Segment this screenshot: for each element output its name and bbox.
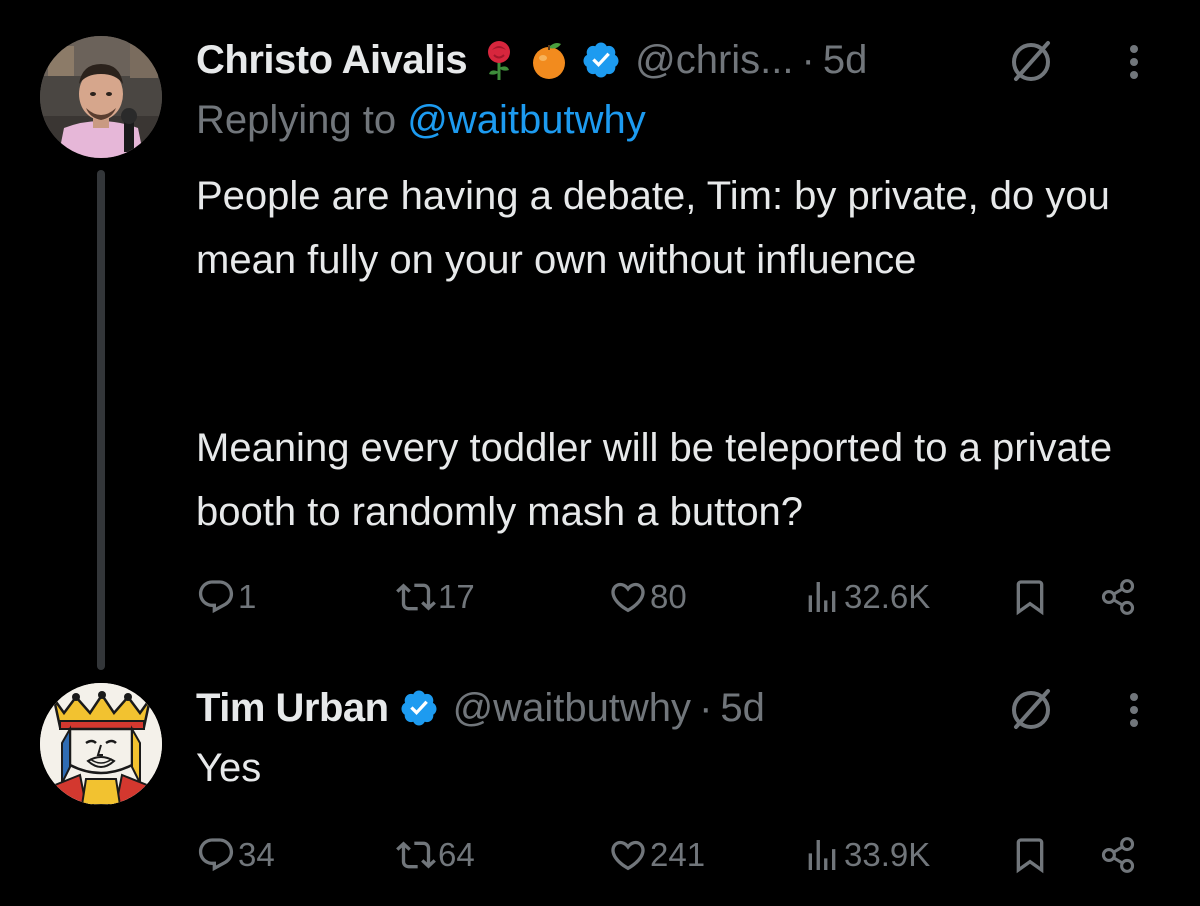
- views-icon: [808, 840, 836, 870]
- separator-dot: ·: [801, 37, 815, 82]
- replying-to-mention[interactable]: @waitbutwhy: [407, 98, 645, 142]
- views-count: 32.6K: [844, 578, 931, 615]
- author-name[interactable]: Tim Urban: [196, 686, 389, 731]
- like-button[interactable]: 241: [608, 830, 705, 880]
- retweet-count: 17: [438, 578, 475, 615]
- tweet-timestamp[interactable]: 5d: [720, 686, 765, 731]
- tweet-tim[interactable]: Tim Urban @waitbutwhy · 5d Yes 34 64 241: [0, 680, 1200, 906]
- avatar-christo-image: [40, 36, 162, 158]
- more-icon[interactable]: [1124, 37, 1144, 87]
- reply-count: 1: [238, 578, 257, 615]
- grok-icon[interactable]: [1006, 685, 1056, 735]
- tweet-header: Christo Aivalis @chris... · 5d: [196, 32, 867, 88]
- like-button[interactable]: 80: [608, 572, 687, 622]
- verified-badge-icon: [401, 690, 437, 726]
- share-icon: [1101, 579, 1135, 615]
- verified-badge-icon: [583, 42, 619, 78]
- tweet-text-paragraph-1: People are having a debate, Tim: by priv…: [196, 174, 1110, 282]
- author-handle[interactable]: @chris...: [635, 38, 793, 83]
- bookmark-icon: [1016, 838, 1044, 874]
- avatar-tim-image: [40, 683, 162, 805]
- like-icon: [611, 582, 645, 613]
- replying-prefix: Replying to: [196, 98, 408, 142]
- like-icon: [611, 840, 645, 871]
- tweet-christo[interactable]: Christo Aivalis @chris... · 5d Replying …: [0, 0, 1200, 680]
- action-bar: 1 17 80 32.6K: [0, 572, 1200, 622]
- retweet-button[interactable]: 64: [396, 830, 475, 880]
- avatar-christo[interactable]: [40, 36, 162, 158]
- bookmark-button[interactable]: [1010, 830, 1050, 880]
- avatar-tim[interactable]: [40, 683, 162, 805]
- tweet-header: Tim Urban @waitbutwhy · 5d: [196, 680, 765, 736]
- share-button[interactable]: [1098, 572, 1138, 622]
- views-icon: [808, 582, 836, 612]
- tweet-timestamp[interactable]: 5d: [823, 38, 868, 83]
- author-name[interactable]: Christo Aivalis: [196, 38, 468, 83]
- reply-count: 34: [238, 836, 275, 873]
- retweet-count: 64: [438, 836, 475, 873]
- views-button[interactable]: 33.9K: [802, 830, 930, 880]
- tweet-text-paragraph-2: Meaning every toddler will be teleported…: [196, 426, 1113, 534]
- separator-dot: ·: [699, 685, 713, 730]
- reply-icon: [198, 838, 234, 872]
- like-count: 80: [650, 578, 687, 615]
- replying-to-line: Replying to @waitbutwhy: [196, 98, 646, 143]
- bookmark-button[interactable]: [1010, 572, 1050, 622]
- author-handle[interactable]: @waitbutwhy: [453, 686, 691, 731]
- tangerine-emoji-icon: [533, 43, 566, 79]
- grok-icon[interactable]: [1006, 37, 1056, 87]
- like-count: 241: [650, 836, 706, 873]
- more-icon[interactable]: [1124, 685, 1144, 735]
- bookmark-icon: [1016, 580, 1044, 616]
- retweet-icon: [396, 841, 436, 869]
- reply-button[interactable]: 1: [196, 572, 256, 622]
- views-count: 33.9K: [844, 836, 931, 873]
- reply-button[interactable]: 34: [196, 830, 275, 880]
- views-button[interactable]: 32.6K: [802, 572, 930, 622]
- tweet-text: Yes: [196, 746, 262, 790]
- retweet-button[interactable]: 17: [396, 572, 475, 622]
- rose-emoji-icon: [488, 41, 511, 80]
- reply-icon: [198, 580, 234, 614]
- share-button[interactable]: [1098, 830, 1138, 880]
- retweet-icon: [396, 583, 436, 611]
- share-icon: [1101, 837, 1135, 873]
- action-bar: 34 64 241 33.9K: [0, 830, 1200, 880]
